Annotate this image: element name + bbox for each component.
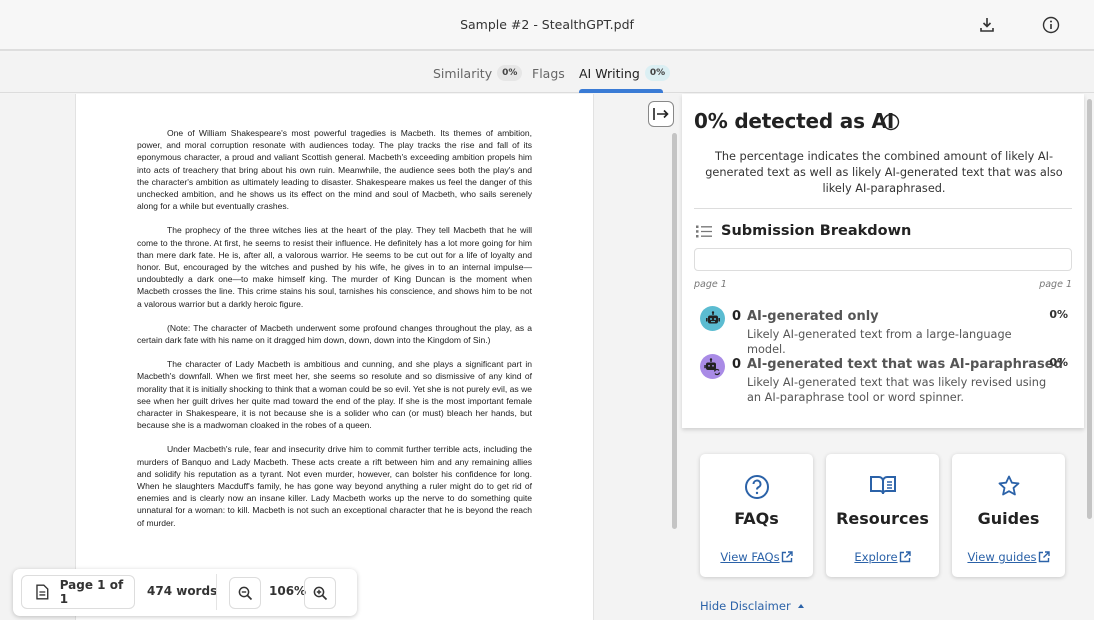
info-icon — [882, 113, 900, 131]
zoom-level: 106% — [269, 584, 307, 598]
ai-info-button[interactable] — [882, 113, 900, 135]
link-label: View guides — [967, 550, 1037, 564]
caret-up-icon — [797, 604, 804, 608]
tab-label: Flags — [532, 65, 565, 81]
paragraph: The character of Lady Macbeth is ambitio… — [137, 359, 532, 431]
paragraph: The prophecy of the three witches lies a… — [137, 225, 532, 309]
similarity-badge: 0% — [497, 65, 523, 81]
external-link-icon — [781, 551, 793, 563]
robot-paraphrase-icon — [703, 357, 720, 375]
ai-detection-title: 0% detected as AI — [694, 109, 895, 133]
viewer-toolbar: Page 1 of 1 474 words 106% — [13, 569, 357, 616]
tab-label: Similarity — [433, 65, 493, 81]
document-text: One of William Shakespeare's most powerf… — [137, 127, 532, 541]
toolbar-divider — [216, 574, 217, 610]
star-icon — [998, 475, 1019, 496]
info-icon — [1042, 16, 1060, 34]
document-title: Sample #2 - StealthGPT.pdf — [460, 17, 634, 32]
category-name: AI-generated text that was AI-paraphrase… — [747, 357, 1063, 372]
page-icon — [36, 584, 49, 600]
card-title: Guides — [977, 509, 1040, 528]
zoom-in-button[interactable] — [304, 577, 336, 609]
top-bar: Sample #2 - StealthGPT.pdf — [0, 0, 1094, 51]
category-name: AI-generated only — [747, 309, 879, 324]
disclaimer-label: Hide Disclaimer — [700, 599, 791, 613]
list-icon — [696, 225, 712, 237]
category-count: 0 — [732, 357, 742, 372]
robot-paraphrase-avatar — [700, 354, 725, 379]
tab-bar: Similarity 0% Flags AI Writing 0% — [0, 53, 1094, 93]
category-percent: 0% — [1049, 356, 1068, 369]
document-scrollbar[interactable] — [672, 133, 677, 529]
category-description: Likely AI-generated text that was likely… — [747, 376, 1047, 404]
view-faqs-link[interactable]: View FAQs — [700, 550, 813, 564]
download-icon — [980, 18, 994, 32]
guides-card: Guides View guides — [952, 454, 1065, 577]
tab-flags[interactable]: Flags — [532, 53, 565, 93]
paragraph: (Note: The character of Macbeth underwen… — [137, 322, 532, 346]
submission-breakdown-bar[interactable] — [694, 248, 1072, 271]
link-label: View FAQs — [720, 550, 780, 564]
paragraph: One of William Shakespeare's most powerf… — [137, 128, 532, 212]
document-viewer: One of William Shakespeare's most powerf… — [0, 94, 680, 620]
submission-breakdown-title: Submission Breakdown — [721, 223, 912, 239]
divider — [694, 208, 1072, 209]
card-title: FAQs — [734, 509, 779, 528]
robot-avatar — [700, 306, 725, 331]
zoom-out-icon — [238, 586, 252, 600]
tab-ai-writing[interactable]: AI Writing 0% — [579, 53, 671, 93]
robot-icon — [705, 310, 720, 323]
zoom-out-button[interactable] — [229, 577, 261, 609]
book-icon — [869, 476, 896, 495]
panel-scrollbar[interactable] — [1087, 99, 1092, 519]
page-indicator[interactable]: Page 1 of 1 — [21, 575, 135, 609]
collapse-panel-button[interactable] — [648, 101, 674, 127]
collapse-right-icon — [653, 108, 669, 120]
tab-similarity[interactable]: Similarity 0% — [433, 53, 523, 93]
paragraph: Under Macbeth's rule, fear and insecurit… — [137, 444, 532, 528]
link-label: Explore — [854, 550, 898, 564]
submission-breakdown-header: Submission Breakdown — [696, 223, 911, 239]
external-link-icon — [1038, 551, 1050, 563]
word-count: 474 words — [147, 584, 218, 598]
page-end-label: page 1 — [1039, 279, 1072, 290]
ai-detection-description: The percentage indicates the combined am… — [705, 150, 1063, 195]
ai-writing-panel: 0% detected as AI The percentage indicat… — [680, 94, 1094, 620]
category-count: 0 — [732, 309, 742, 324]
tab-label: AI Writing — [579, 65, 640, 81]
page-label: Page 1 of 1 — [59, 578, 124, 606]
category-percent: 0% — [1049, 308, 1068, 321]
info-button[interactable] — [1039, 13, 1063, 37]
category-description: Likely AI-generated text from a large-la… — [747, 328, 1012, 356]
hide-disclaimer-toggle[interactable]: Hide Disclaimer — [700, 599, 804, 613]
view-guides-link[interactable]: View guides — [952, 550, 1065, 564]
external-link-icon — [899, 551, 911, 563]
ai-detection-card: 0% detected as AI The percentage indicat… — [682, 94, 1084, 428]
ai-writing-badge: 0% — [644, 65, 671, 81]
card-title: Resources — [836, 509, 929, 528]
active-tab-indicator — [579, 89, 663, 93]
explore-link[interactable]: Explore — [826, 550, 939, 564]
download-button[interactable] — [975, 13, 999, 37]
page-start-label: page 1 — [694, 279, 727, 290]
document-page: One of William Shakespeare's most powerf… — [75, 94, 594, 620]
zoom-in-icon — [313, 586, 327, 600]
question-circle-icon — [744, 475, 769, 499]
faqs-card: FAQs View FAQs — [700, 454, 813, 577]
resources-card: Resources Explore — [826, 454, 939, 577]
